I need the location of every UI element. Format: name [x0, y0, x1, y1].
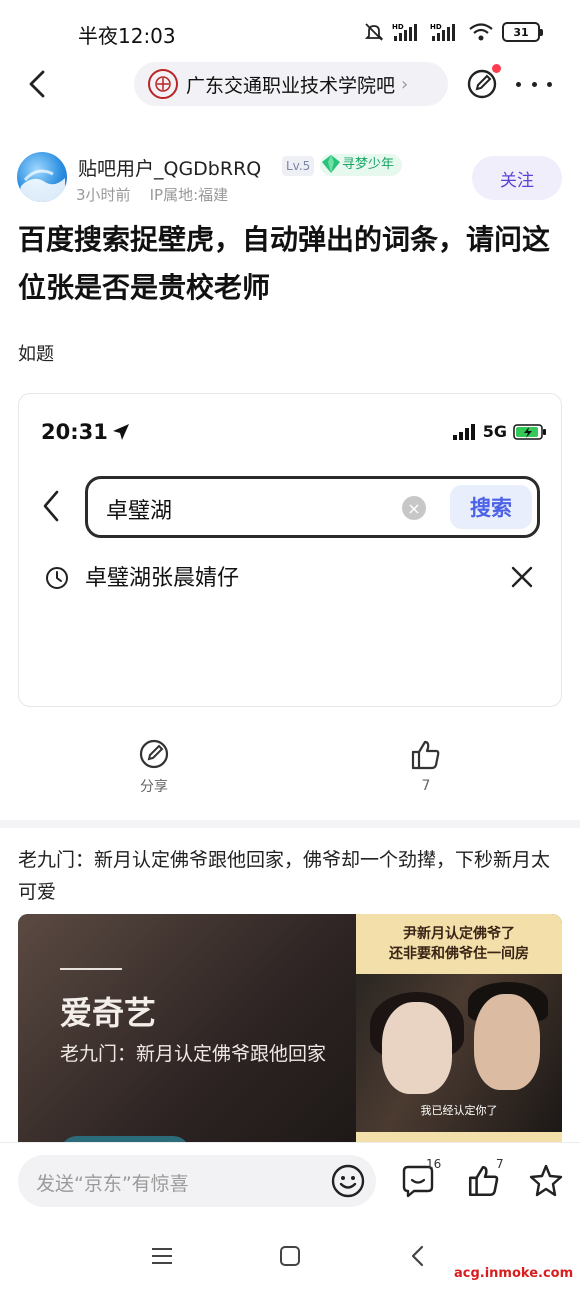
recommended-video-card[interactable]: 爱奇艺 老九门：新月认定佛爷跟他回家 尹新月认定佛爷了 还非要和佛爷住一间房 我…: [18, 914, 562, 1154]
author-name[interactable]: 贴吧用户_QGDbRRQ: [78, 154, 261, 181]
shot-network: 5G: [482, 422, 507, 441]
like-bottom-count: 7: [496, 1157, 504, 1171]
mute-bell-icon: [364, 23, 384, 41]
shot-history-item: 卓璧湖张晨婧仔: [85, 566, 240, 591]
status-icons: HD HD 31: [364, 20, 543, 44]
home-icon[interactable]: [278, 1244, 302, 1268]
forum-name: 广东交通职业技术学院吧: [186, 74, 396, 97]
cover-line: [60, 968, 122, 970]
shot-search-query: 卓璧湖: [106, 499, 173, 524]
post-ip: IP属地:福建: [149, 186, 229, 204]
signal-icon: HD: [392, 23, 417, 41]
person-2: [474, 994, 540, 1090]
bottom-reply-bar: 发送“京东”有惊喜 16 7: [0, 1142, 580, 1220]
more-button[interactable]: [516, 70, 552, 98]
edit-icon[interactable]: [466, 68, 498, 100]
shot-battery-icon: [513, 423, 546, 440]
menu-icon[interactable]: [150, 1244, 174, 1268]
chevron-right-icon: ›: [401, 73, 409, 95]
like-count: 7: [421, 778, 431, 794]
avatar[interactable]: [17, 152, 67, 202]
star-icon[interactable]: [528, 1163, 564, 1199]
signal-2-icon: HD: [430, 23, 455, 41]
notification-dot: [492, 64, 501, 73]
share-icon: [139, 739, 169, 769]
system-back-icon[interactable]: [406, 1244, 430, 1268]
forum-logo-icon: [148, 69, 178, 99]
watermark: acg.inmoke.com: [454, 1266, 574, 1281]
reply-placeholder: 发送“京东”有惊喜: [36, 1173, 189, 1195]
video-still-subtitle: 我已经认定你了: [420, 1104, 498, 1117]
reply-input[interactable]: 发送“京东”有惊喜: [18, 1155, 376, 1207]
shot-search-button: 搜索: [450, 485, 532, 529]
video-still: 我已经认定你了: [356, 974, 562, 1132]
shot-signal-icon: [452, 423, 475, 440]
status-bar: 半夜12:03 HD HD 31: [0, 0, 580, 64]
like-button[interactable]: 7: [396, 738, 456, 794]
post-body: 如题: [18, 344, 54, 365]
shot-close-icon: [511, 566, 533, 588]
person-1: [382, 1002, 452, 1094]
wifi-icon: [469, 23, 493, 41]
emoji-icon[interactable]: [330, 1163, 366, 1199]
location-arrow-icon: [112, 424, 129, 440]
post-meta: 3小时前 IP属地:福建: [76, 184, 228, 205]
follow-button[interactable]: 关注: [472, 156, 562, 200]
share-label: 分享: [140, 779, 168, 795]
level-badge: Lv.5: [282, 156, 315, 176]
shot-status-icons: 5G: [452, 422, 547, 441]
thumbs-up-icon: [411, 740, 440, 770]
shot-status-time: 20:31: [41, 420, 130, 444]
video-subtitle: 老九门：新月认定佛爷跟他回家: [60, 1043, 327, 1065]
svg-text:HD: HD: [430, 23, 442, 31]
back-button[interactable]: [22, 66, 52, 102]
video-caption: 尹新月认定佛爷了 还非要和佛爷住一间房: [389, 926, 529, 962]
section-divider: [0, 820, 580, 828]
comment-count: 16: [426, 1157, 442, 1171]
shot-clear-icon: ×: [402, 496, 426, 520]
top-nav-bar: 广东交通职业技术学院吧 ›: [0, 60, 580, 108]
post-time: 3小时前: [76, 186, 131, 204]
video-thumbnail: 尹新月认定佛爷了 还非要和佛爷住一间房 我已经认定你了: [356, 914, 562, 1154]
recommended-title[interactable]: 老九门：新月认定佛爷跟他回家，佛爷却一个劲撵，下秒新月太可爱: [18, 844, 566, 908]
chevron-left-icon: [29, 70, 45, 98]
svg-text:HD: HD: [392, 23, 404, 31]
video-brand: 爱奇艺: [60, 994, 157, 1032]
battery-icon: 31: [502, 22, 543, 42]
title-badge: 寻梦少年: [320, 154, 403, 176]
gem-icon: [322, 155, 340, 173]
clock-icon: [46, 567, 68, 589]
shot-search-box: 卓璧湖 × 搜索: [85, 476, 540, 538]
post-image[interactable]: 20:31 5G 卓璧湖 × 搜索 卓璧湖张晨婧仔: [18, 393, 562, 707]
post-title: 百度搜索捉壁虎，自动弹出的词条，请问这位张是否是贵校老师: [18, 223, 551, 304]
video-cover-left: 爱奇艺 老九门：新月认定佛爷跟他回家: [18, 914, 356, 1154]
share-button[interactable]: 分享: [124, 738, 184, 796]
shot-back-icon: [43, 490, 59, 522]
title-badge-label: 寻梦少年: [342, 157, 395, 172]
forum-link[interactable]: 广东交通职业技术学院吧 ›: [134, 62, 448, 106]
status-time: 半夜12:03: [78, 24, 176, 48]
